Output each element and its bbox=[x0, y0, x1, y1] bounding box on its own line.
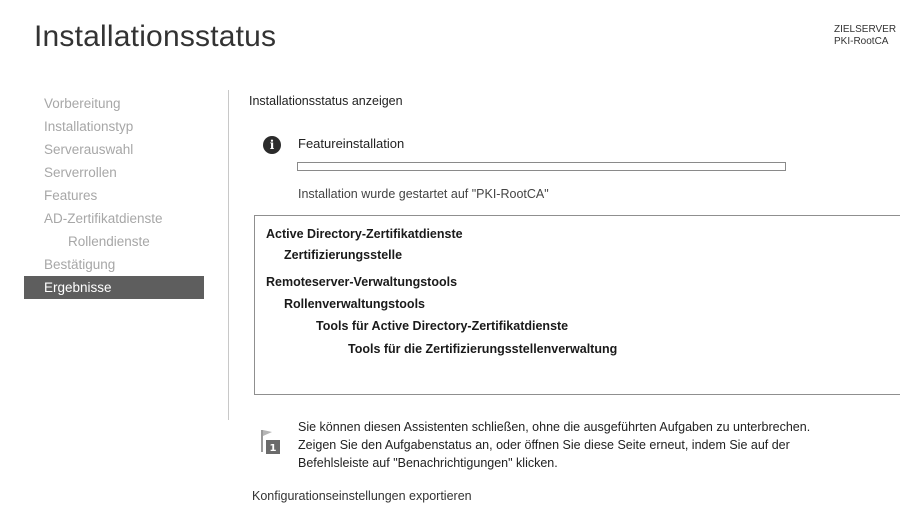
notice-line-1: Sie können diesen Assistenten schließen,… bbox=[298, 420, 811, 434]
sidebar-item-ad-zertifikatdienste[interactable]: AD-Zertifikatdienste bbox=[24, 207, 224, 230]
result-item-remoteserver-verwaltungstools: Remoteserver-Verwaltungstools bbox=[266, 275, 458, 289]
info-icon: i bbox=[263, 136, 281, 154]
sidebar-item-installationstyp[interactable]: Installationstyp bbox=[24, 115, 224, 138]
notice-line-2: Zeigen Sie den Aufgabenstatus an, oder ö… bbox=[298, 438, 790, 452]
feature-install-title: Featureinstallation bbox=[298, 136, 405, 151]
page-title: Installationsstatus bbox=[34, 20, 277, 53]
install-progress-bar bbox=[297, 162, 786, 171]
sidebar-item-features[interactable]: Features bbox=[24, 184, 224, 207]
target-server-info: ZIELSERVER PKI-RootCA bbox=[834, 24, 900, 48]
wizard-sidebar: Vorbereitung Installationstyp Serverausw… bbox=[24, 92, 224, 299]
results-list: Active Directory-Zertifikatdienste Zerti… bbox=[254, 215, 900, 395]
install-status-message: Installation wurde gestartet auf "PKI-Ro… bbox=[298, 187, 549, 201]
result-item-rollenverwaltungstools: Rollenverwaltungstools bbox=[284, 297, 425, 311]
notification-flag-icon: 1 bbox=[260, 428, 282, 456]
sidebar-item-rollendienste[interactable]: Rollendienste bbox=[24, 230, 224, 253]
export-settings-link[interactable]: Konfigurationseinstellungen exportieren bbox=[252, 489, 472, 503]
result-item-zertifizierungsstelle: Zertifizierungsstelle bbox=[284, 248, 403, 262]
target-server-name: PKI-RootCA bbox=[834, 36, 889, 47]
section-title: Installationsstatus anzeigen bbox=[249, 94, 403, 108]
notice-line-3: Befehlsleiste auf "Benachrichtigungen" k… bbox=[298, 456, 558, 470]
sidebar-item-vorbereitung[interactable]: Vorbereitung bbox=[24, 92, 224, 115]
sidebar-divider bbox=[228, 90, 229, 420]
sidebar-item-bestaetigung[interactable]: Bestätigung bbox=[24, 253, 224, 276]
target-server-label: ZIELSERVER bbox=[834, 24, 897, 35]
result-item-tools-zertifizierungsstellenverwaltung: Tools für die Zertifizierungsstellenverw… bbox=[348, 342, 618, 356]
sidebar-item-serverrollen[interactable]: Serverrollen bbox=[24, 161, 224, 184]
result-item-tools-ad-zertifikatdienste: Tools für Active Directory-Zertifikatdie… bbox=[316, 319, 569, 333]
result-item-ad-zertifikatdienste: Active Directory-Zertifikatdienste bbox=[266, 227, 463, 241]
wizard-window: Installationsstatus ZIELSERVER PKI-RootC… bbox=[0, 0, 900, 507]
sidebar-item-ergebnisse[interactable]: Ergebnisse bbox=[24, 276, 204, 299]
notice-text: Sie können diesen Assistenten schließen,… bbox=[298, 418, 900, 472]
notification-badge: 1 bbox=[270, 443, 277, 454]
sidebar-item-serverauswahl[interactable]: Serverauswahl bbox=[24, 138, 224, 161]
